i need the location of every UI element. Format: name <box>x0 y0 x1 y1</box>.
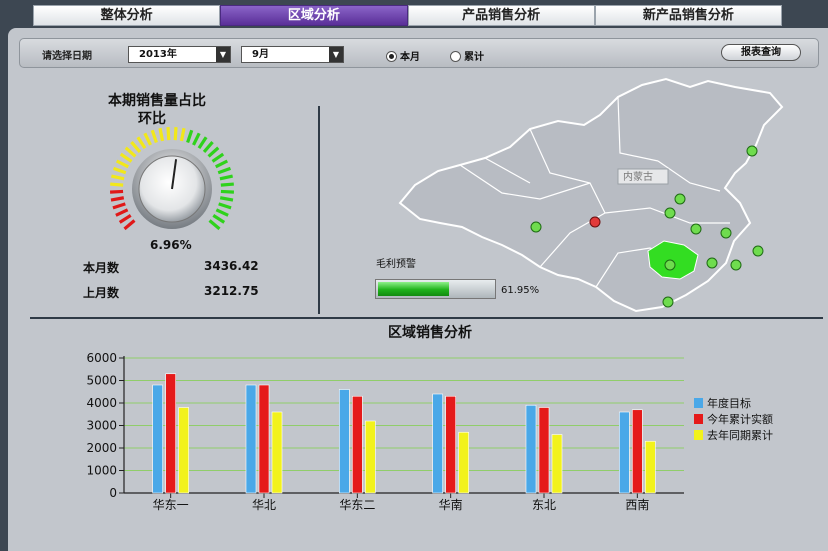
bar <box>178 407 189 494</box>
bar <box>525 404 537 494</box>
bar <box>352 395 363 494</box>
legend-label: 年度目标 <box>707 397 751 410</box>
bar <box>339 389 350 494</box>
bar <box>245 384 257 494</box>
x-tick-label: 东北 <box>532 498 556 512</box>
tab-product-sales-analysis[interactable]: 产品销售分析 <box>407 5 595 26</box>
tab-overall-analysis[interactable]: 整体分析 <box>33 5 221 26</box>
y-tick-label: 6000 <box>86 351 117 365</box>
y-tick-label: 5000 <box>86 374 117 388</box>
bar <box>271 411 283 494</box>
bar <box>365 420 376 494</box>
legend-label: 今年累计实额 <box>707 413 773 426</box>
bar <box>458 431 469 494</box>
y-tick-label: 4000 <box>86 396 117 410</box>
legend-item: 年度目标 <box>694 396 773 412</box>
bar <box>645 440 656 494</box>
bar <box>619 411 630 494</box>
legend-swatch <box>694 398 703 408</box>
region-sales-bar-chart: 0 1000 2000 3000 4000 5000 6000 华东一 华北 华东二 华南 东北 西南 <box>86 351 684 512</box>
legend-swatch <box>694 430 703 440</box>
x-tick-label: 华北 <box>252 498 276 512</box>
x-tick-label: 华南 <box>439 497 463 512</box>
legend-item: 今年累计实额 <box>694 412 773 428</box>
bar <box>258 384 270 494</box>
legend-item: 去年同期累计 <box>694 428 773 444</box>
bar <box>445 395 456 494</box>
chart-legend: 年度目标 今年累计实额 去年同期累计 <box>694 396 773 444</box>
top-tab-bar: 整体分析 区域分析 产品销售分析 新产品销售分析 <box>33 5 782 26</box>
bar <box>165 373 176 494</box>
tab-region-analysis[interactable]: 区域分析 <box>220 5 408 26</box>
bar <box>551 434 563 494</box>
legend-swatch <box>694 414 703 424</box>
y-tick-label: 1000 <box>86 464 117 478</box>
y-tick-label: 2000 <box>86 441 117 455</box>
main-panel: 请选择日期 2013年 ▼ 9月 ▼ 本月 累计 报表查询 本期销售量占比 环比 <box>8 28 828 551</box>
y-tick-label: 0 <box>109 486 117 500</box>
x-tick-label: 华东二 <box>339 498 375 512</box>
bar <box>152 384 163 494</box>
y-tick-label: 3000 <box>86 419 117 433</box>
bar <box>538 407 550 494</box>
bar <box>632 409 643 494</box>
x-tick-label: 华东一 <box>153 498 189 512</box>
bar <box>432 393 443 494</box>
x-tick-label: 西南 <box>625 497 649 512</box>
tab-new-product-sales-analysis[interactable]: 新产品销售分析 <box>594 5 782 26</box>
legend-label: 去年同期累计 <box>707 429 773 442</box>
